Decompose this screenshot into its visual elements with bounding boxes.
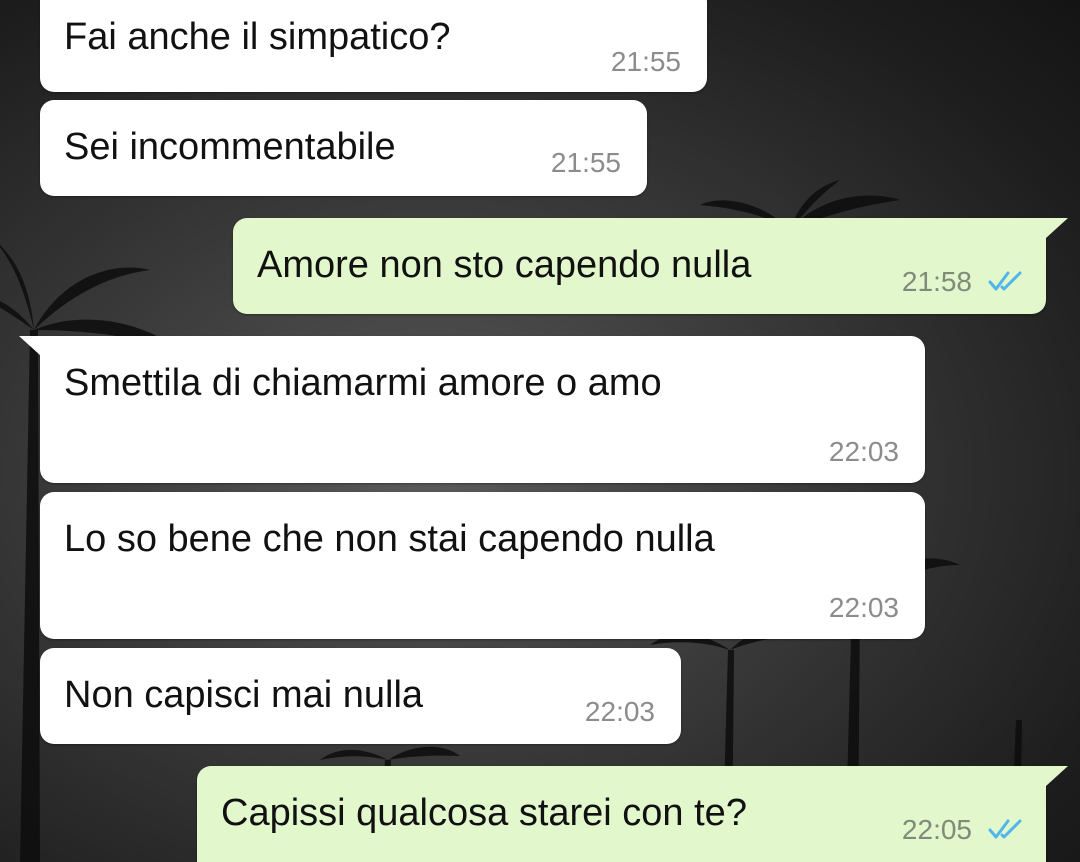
- message-time: 22:03: [828, 592, 899, 623]
- message-time: 21:58: [901, 266, 972, 297]
- message-text: Capissi qualcosa starei con te?: [221, 792, 747, 834]
- message-time: 21:55: [550, 147, 621, 178]
- message-text: Non capisci mai nulla: [64, 674, 424, 716]
- message-bubble-incoming[interactable]: Lo so bene che non stai capendo nulla 22…: [40, 492, 925, 639]
- message-time: 22:03: [584, 696, 655, 727]
- incoming-bubble-tail: [19, 336, 41, 356]
- message-time: 22:05: [901, 814, 972, 845]
- message-text: Amore non sto capendo nulla: [257, 244, 752, 286]
- double-check-icon: [988, 271, 1022, 291]
- message-text: Lo so bene che non stai capendo nulla: [64, 518, 715, 560]
- message-bubble-incoming[interactable]: Non capisci mai nulla 22:03: [40, 648, 681, 744]
- message-text: Sei incommentabile: [64, 126, 396, 168]
- message-time: 21:55: [610, 46, 681, 77]
- message-bubble-incoming[interactable]: Sei incommentabile 21:55: [40, 100, 647, 196]
- outgoing-bubble-tail: [1046, 766, 1068, 786]
- outgoing-bubble-tail: [1046, 218, 1068, 238]
- message-bubble-incoming[interactable]: Fai anche il simpatico? 21:55: [40, 0, 707, 92]
- message-bubble-incoming[interactable]: Smettila di chiamarmi amore o amo 22:03: [40, 336, 925, 483]
- message-bubble-outgoing[interactable]: Capissi qualcosa starei con te? 22:05: [197, 766, 1046, 862]
- double-check-icon: [988, 819, 1022, 839]
- message-text: Smettila di chiamarmi amore o amo: [64, 362, 662, 404]
- message-text: Fai anche il simpatico?: [64, 16, 451, 58]
- message-bubble-outgoing[interactable]: Amore non sto capendo nulla 21:58: [233, 218, 1046, 314]
- message-time: 22:03: [828, 436, 899, 467]
